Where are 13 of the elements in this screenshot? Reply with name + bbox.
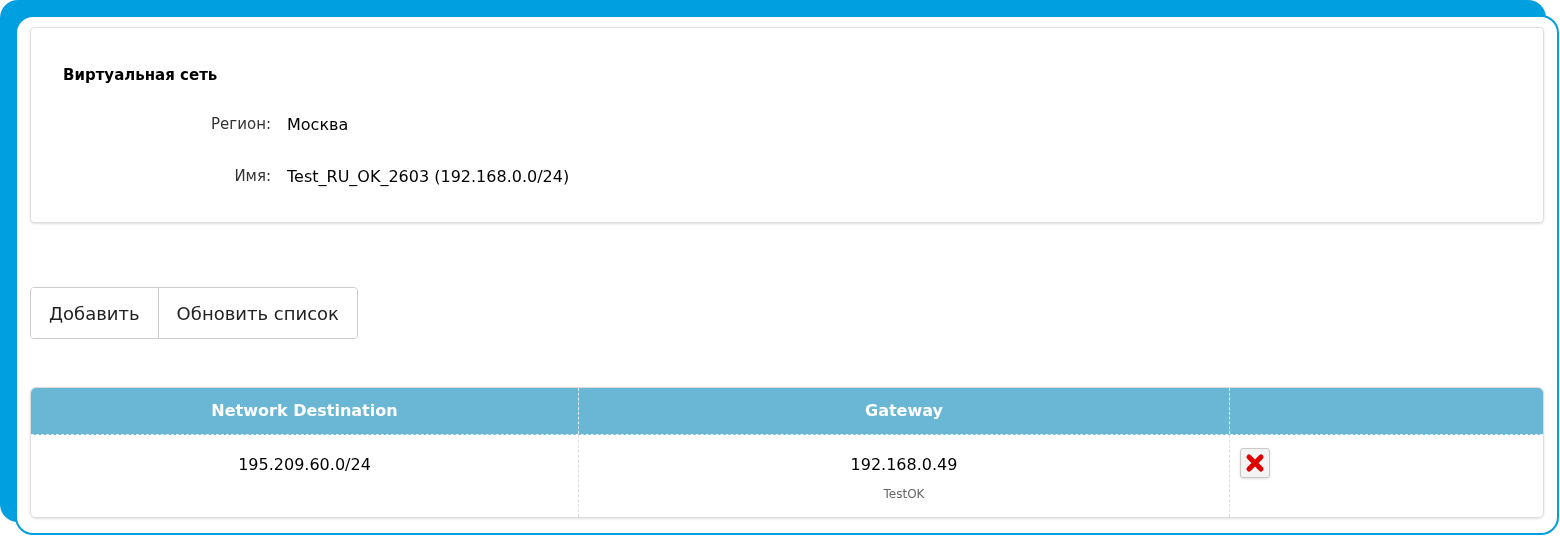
table-cell-text: 195.209.60.0/24	[238, 454, 371, 473]
gateway-note: TestOK	[883, 486, 925, 503]
field-label: Имя:	[233, 166, 271, 188]
table-cell-text: 192.168.0.49	[850, 454, 958, 476]
section-title: Виртуальная сеть	[63, 65, 218, 86]
refresh-button[interactable]: Обновить список	[157, 288, 357, 338]
field-value: Test_RU_OK_2603 (192.168.0.0/24)	[287, 165, 570, 188]
column-header: Gateway	[579, 388, 1230, 434]
delete-button[interactable]	[1240, 448, 1270, 478]
close-icon	[1245, 453, 1265, 473]
field-value: Москва	[287, 113, 349, 136]
column-header: Network Destination	[31, 388, 579, 434]
field-label: Регион:	[210, 114, 271, 136]
